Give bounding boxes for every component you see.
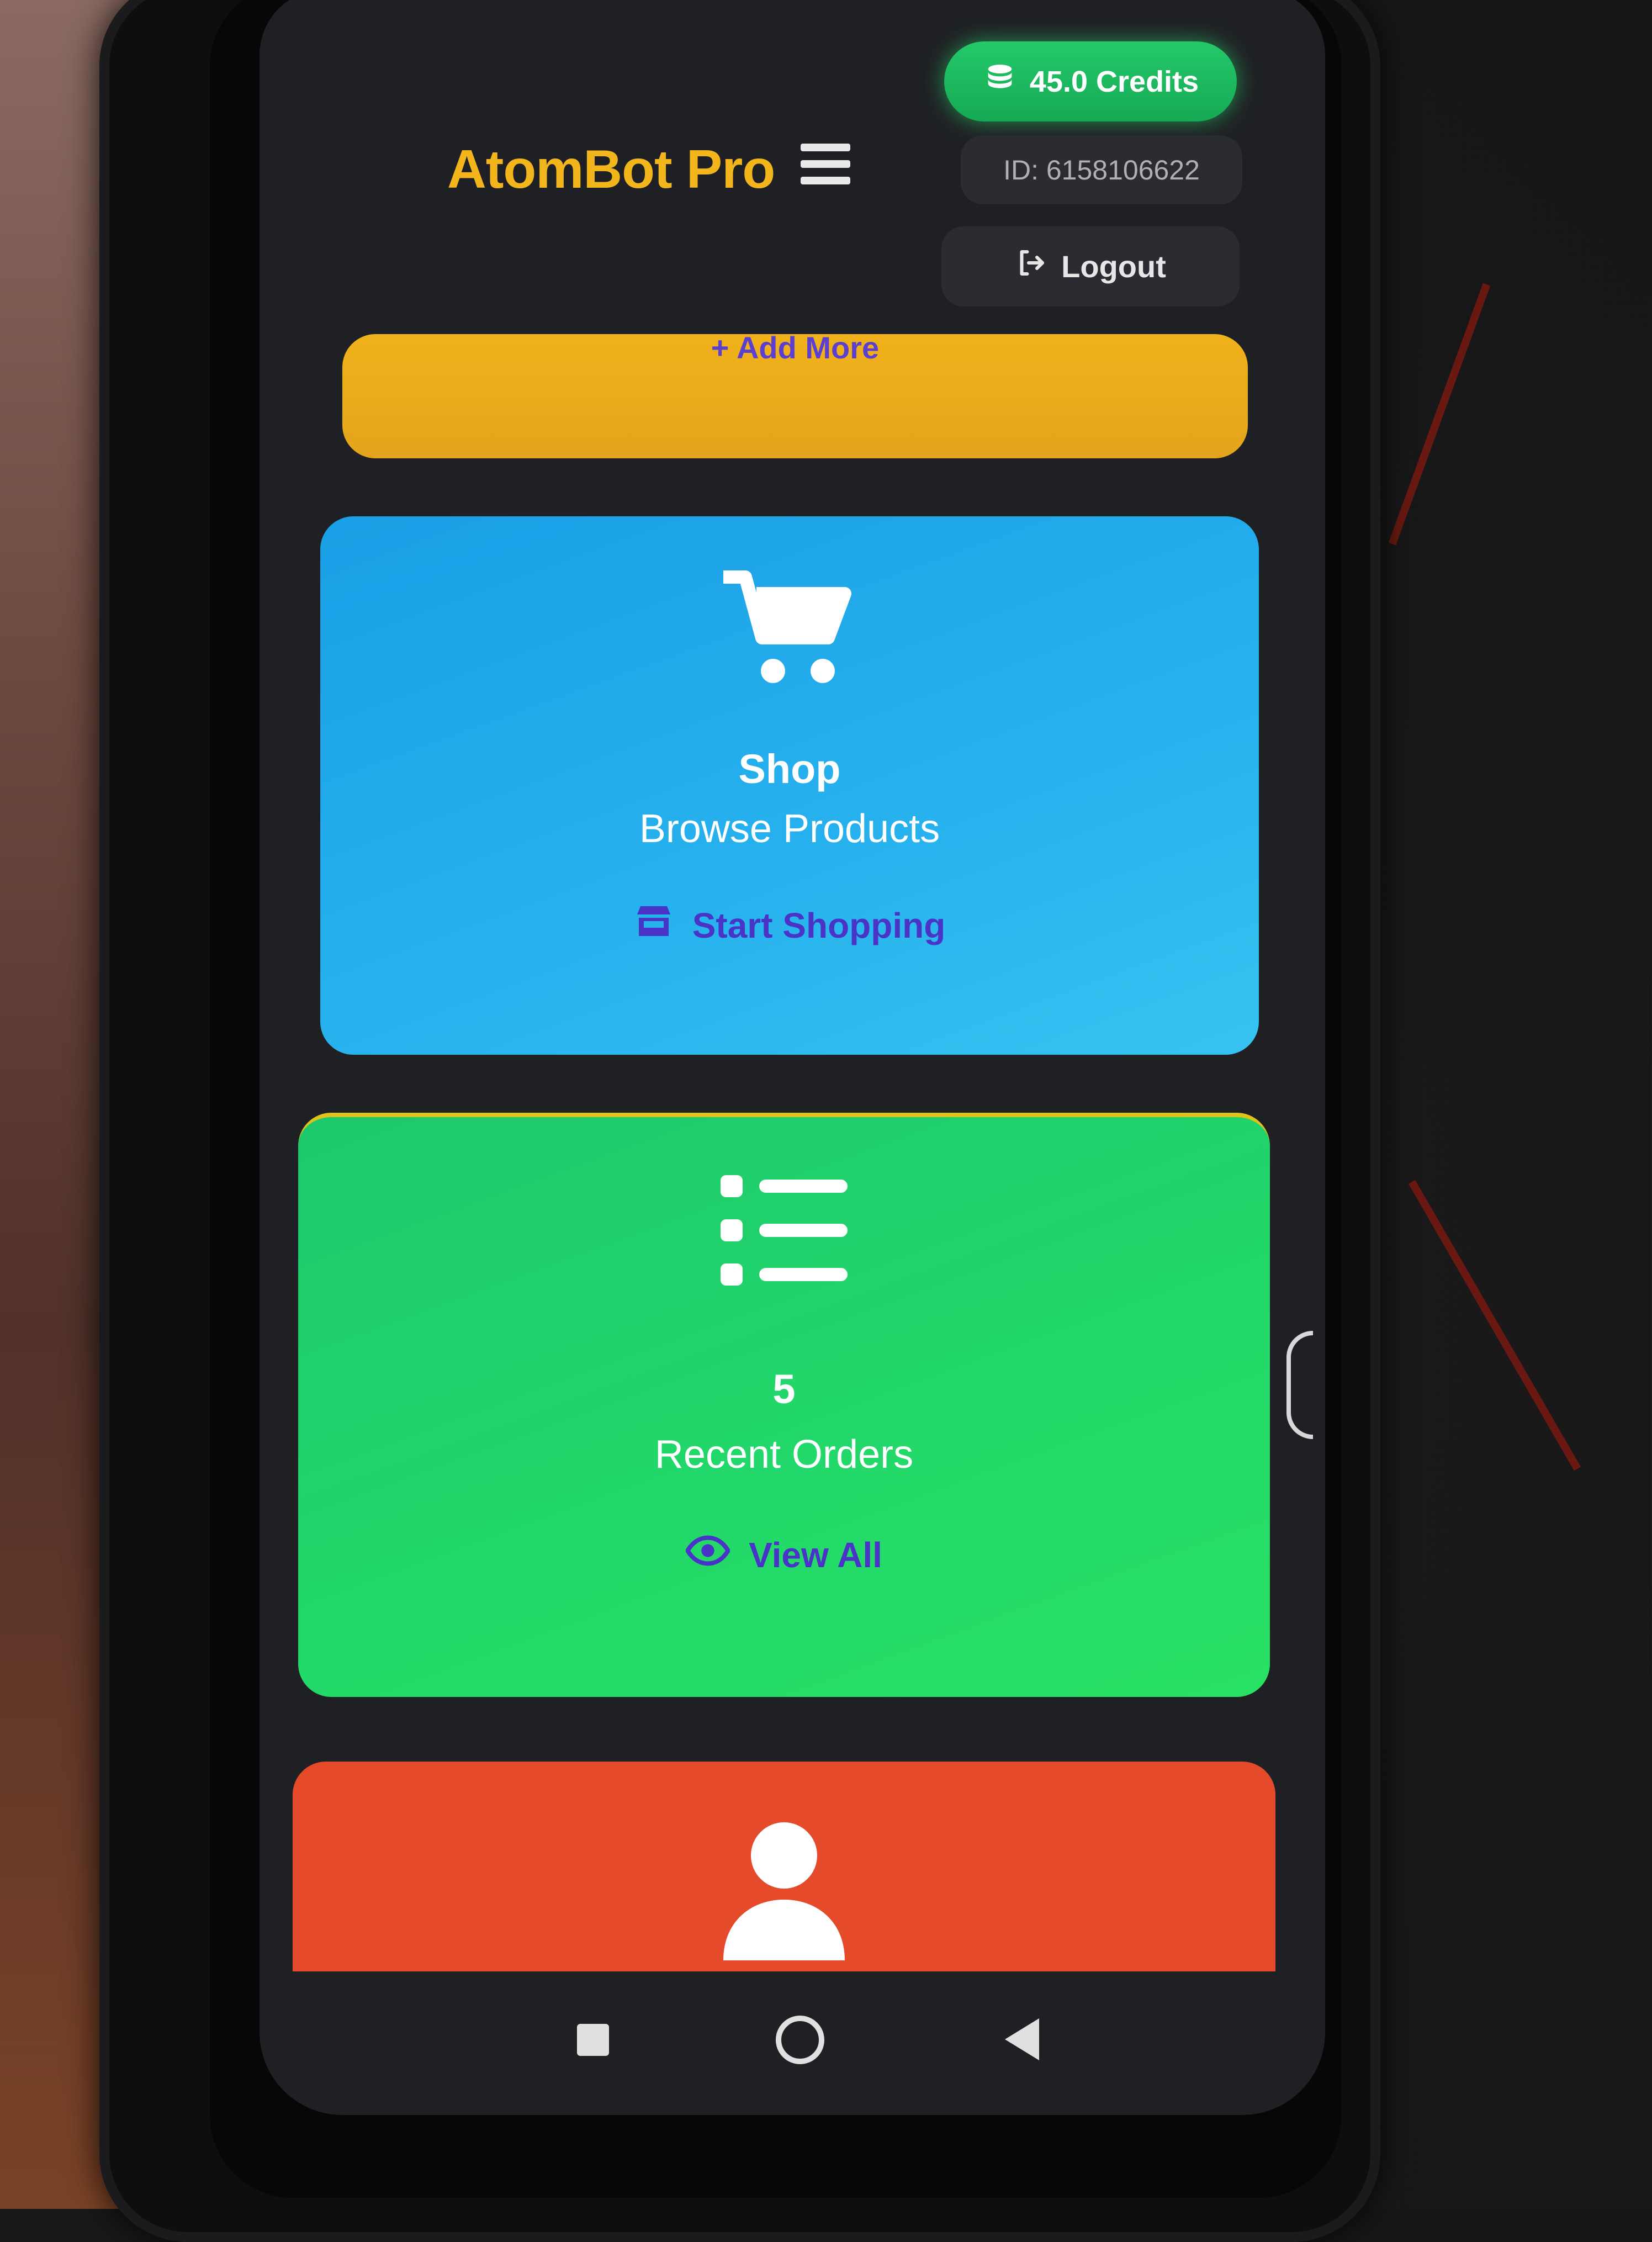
shopping-cart-icon <box>718 566 861 696</box>
add-more-card[interactable]: + Add More <box>342 330 1248 458</box>
hamburger-menu-icon[interactable] <box>801 144 850 188</box>
home-button[interactable] <box>776 2016 824 2064</box>
recents-button[interactable] <box>577 2024 609 2056</box>
user-id-badge: ID: 6158106622 <box>961 135 1242 204</box>
credits-badge[interactable]: 45.0 Credits <box>944 41 1237 121</box>
user-id-text: ID: 6158106622 <box>1003 154 1200 186</box>
orders-count: 5 <box>772 1366 796 1412</box>
background-decoration <box>1388 283 1491 546</box>
back-button[interactable] <box>1005 2018 1039 2060</box>
orders-subtitle: Recent Orders <box>654 1432 914 1477</box>
shop-card[interactable]: Shop Browse Products Start Shopping <box>320 516 1259 1055</box>
view-all-link[interactable]: View All <box>298 1534 1270 1575</box>
store-icon <box>634 903 674 948</box>
logout-button[interactable]: Logout <box>941 226 1240 306</box>
logout-label: Logout <box>1061 249 1166 284</box>
user-icon <box>723 1817 845 1963</box>
view-all-label: View All <box>749 1535 882 1575</box>
start-shopping-link[interactable]: Start Shopping <box>320 903 1259 948</box>
add-more-label: + Add More <box>711 330 880 365</box>
credits-label: 45.0 Credits <box>1029 65 1199 98</box>
start-shopping-label: Start Shopping <box>692 905 946 945</box>
add-more-link[interactable]: + Add More <box>342 330 1248 366</box>
coins-icon <box>982 60 1018 103</box>
app-title: AtomBot Pro <box>447 139 775 199</box>
shop-subtitle: Browse Products <box>639 807 940 851</box>
phone-screen: 45.0 Credits AtomBot Pro ID: 6158106622 … <box>260 0 1325 2115</box>
edge-panel-handle[interactable] <box>1286 1331 1313 1439</box>
shop-title: Shop <box>738 746 841 792</box>
eye-icon <box>685 1534 731 1575</box>
list-icon <box>721 1175 848 1288</box>
background-decoration <box>1408 1180 1581 1471</box>
orders-card[interactable]: 5 Recent Orders View All <box>298 1113 1270 1697</box>
system-navbar <box>293 1971 1275 2098</box>
profile-card[interactable] <box>293 1762 1275 1971</box>
logout-icon <box>1015 246 1048 287</box>
